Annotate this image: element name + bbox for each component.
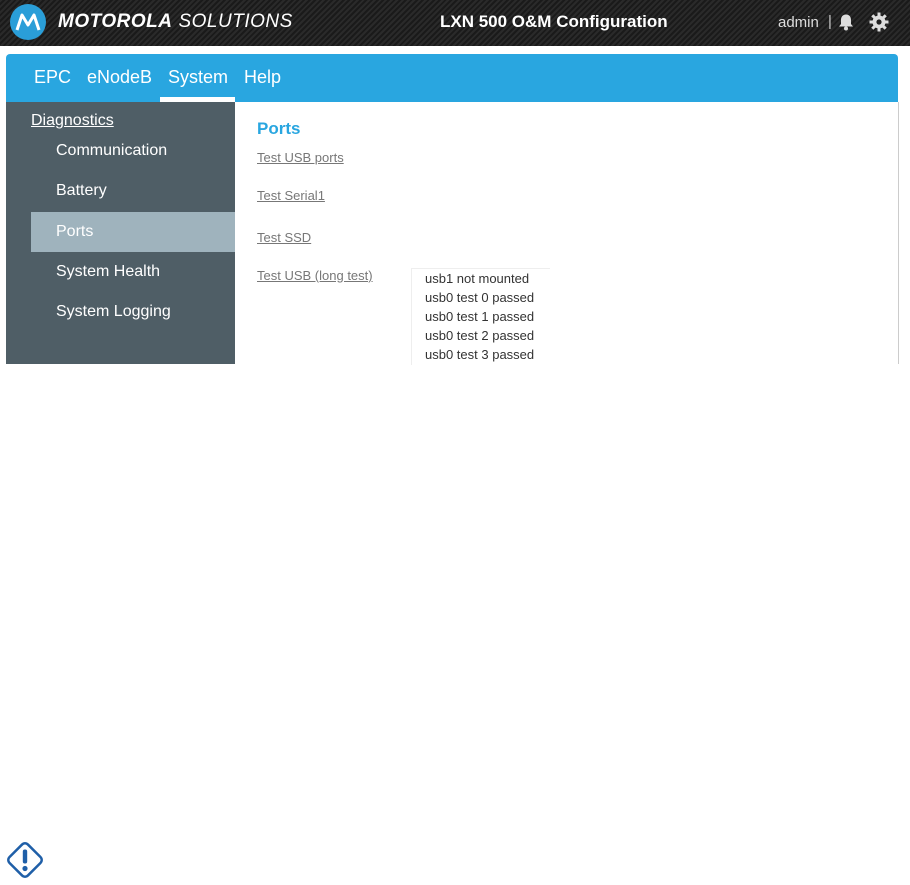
nav-help[interactable]: Help — [244, 67, 281, 88]
user-menu[interactable]: admin — [778, 14, 819, 31]
nav-enodeb[interactable]: eNodeB — [87, 67, 152, 88]
gear-icon[interactable] — [869, 12, 889, 32]
test-ssd-link[interactable]: Test SSD — [257, 230, 311, 245]
top-header: MOTOROLA SOLUTIONS LXN 500 O&M Configurat… — [0, 0, 910, 46]
header-separator: | — [828, 13, 832, 30]
test-usb-ports-link[interactable]: Test USB ports — [257, 150, 344, 165]
test-usb-long-link[interactable]: Test USB (long test) — [257, 268, 373, 283]
warning-icon — [7, 842, 43, 878]
bell-icon[interactable] — [837, 13, 855, 31]
sidebar: Diagnostics Communication Battery Ports … — [6, 102, 235, 364]
test-results-box: usb1 not mounted usb0 test 0 passed usb0… — [411, 268, 550, 365]
app-title: LXN 500 O&M Configuration — [440, 12, 668, 31]
result-line: usb0 test 2 passed — [425, 328, 535, 343]
motorola-logo-icon — [10, 4, 46, 40]
sidebar-item-system-logging[interactable]: System Logging — [31, 292, 235, 332]
result-line: usb0 test 0 passed — [425, 290, 535, 305]
sidebar-item-communication[interactable]: Communication — [31, 131, 235, 171]
page-title: Ports — [257, 119, 301, 138]
brand-light: SOLUTIONS — [178, 11, 293, 32]
nav-epc[interactable]: EPC — [34, 67, 71, 88]
nav-system[interactable]: System — [168, 67, 228, 88]
brand-name: MOTOROLA SOLUTIONS — [58, 11, 293, 33]
sidebar-item-ports[interactable]: Ports — [31, 212, 235, 252]
sidebar-item-battery[interactable]: Battery — [31, 171, 235, 211]
brand-bold: MOTOROLA — [58, 11, 173, 32]
result-line: usb0 test 3 passed — [425, 347, 535, 362]
sidebar-item-system-health[interactable]: System Health — [31, 252, 235, 292]
sidebar-heading-diagnostics[interactable]: Diagnostics — [31, 112, 114, 130]
main-nav: EPC eNodeB System Help — [6, 54, 898, 102]
test-serial1-link[interactable]: Test Serial1 — [257, 188, 325, 203]
result-line: usb1 not mounted — [425, 271, 530, 286]
result-line: usb0 test 1 passed — [425, 309, 535, 324]
